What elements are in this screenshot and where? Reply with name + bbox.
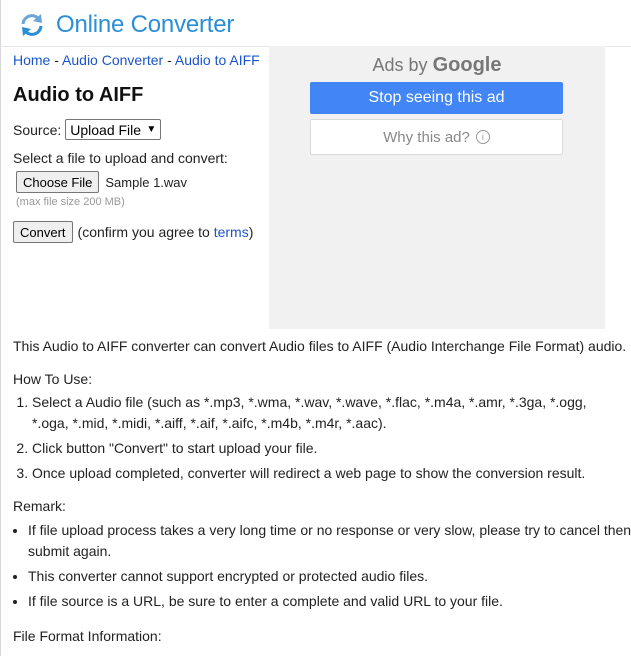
how-to-title: How To Use: (13, 371, 93, 387)
remark-title: Remark: (13, 498, 66, 514)
select-file-prompt: Select a file to upload and convert: (13, 150, 228, 166)
ad-panel: Ads by Google Stop seeing this ad Why th… (269, 46, 605, 329)
terms-note-prefix: (confirm you agree to (77, 224, 214, 240)
file-format-info-heading: File Format Information: (13, 628, 162, 644)
remark-list: If file upload process takes a very long… (0, 520, 631, 616)
refresh-arrows-icon[interactable] (18, 11, 46, 39)
how-to-step: Click button "Convert" to start upload y… (32, 438, 622, 459)
breadcrumb: Home - Audio Converter - Audio to AIFF (13, 52, 260, 68)
source-row: Source: Upload File ▼ (13, 119, 162, 140)
ads-by-label: Ads by (372, 55, 428, 75)
remark-item: If file source is a URL, be sure to ente… (28, 591, 631, 612)
remark-item: If file upload process takes a very long… (28, 520, 631, 562)
why-this-ad-label: Why this ad? (383, 128, 470, 146)
max-file-size-note: (max file size 200 MB) (16, 196, 125, 208)
breadcrumb-home[interactable]: Home (13, 52, 50, 68)
source-selected-value: Upload File (70, 121, 142, 138)
choose-file-button[interactable]: Choose File (16, 171, 100, 193)
terms-confirm-note: (confirm you agree to terms) (78, 224, 254, 240)
breadcrumb-separator: - (163, 52, 175, 68)
breadcrumb-current[interactable]: Audio to AIFF (175, 52, 260, 68)
file-picker-row: Choose File Sample 1.wav (16, 171, 187, 193)
why-this-ad-button[interactable]: Why this ad? i (310, 119, 563, 155)
chevron-down-icon: ▼ (146, 124, 157, 135)
convert-row: Convert (confirm you agree to terms) (13, 221, 253, 243)
source-label: Source: (13, 121, 62, 138)
terms-note-suffix: ) (248, 224, 254, 240)
site-header: Online Converter (18, 10, 234, 40)
source-select[interactable]: Upload File ▼ (65, 119, 162, 140)
breadcrumb-separator: - (50, 52, 63, 68)
google-logo: Google (432, 54, 502, 76)
converter-description: This Audio to AIFF converter can convert… (13, 338, 627, 354)
convert-button[interactable]: Convert (13, 221, 73, 243)
selected-file-name: Sample 1.wav (105, 174, 188, 190)
stop-seeing-ad-button[interactable]: Stop seeing this ad (310, 82, 563, 114)
terms-link[interactable]: terms (214, 224, 249, 240)
remark-item: This converter cannot support encrypted … (28, 566, 631, 587)
page-title: Audio to AIFF (13, 84, 144, 106)
how-to-step: Select a Audio file (such as *.mp3, *.wm… (32, 392, 622, 434)
how-to-step: Once upload completed, converter will re… (32, 463, 622, 484)
how-to-steps: Select a Audio file (such as *.mp3, *.wm… (0, 392, 622, 488)
info-icon: i (475, 130, 490, 144)
ads-by-google: Ads by Google (269, 54, 605, 77)
breadcrumb-audio-converter[interactable]: Audio Converter (62, 52, 163, 68)
site-brand[interactable]: Online Converter (56, 11, 234, 39)
